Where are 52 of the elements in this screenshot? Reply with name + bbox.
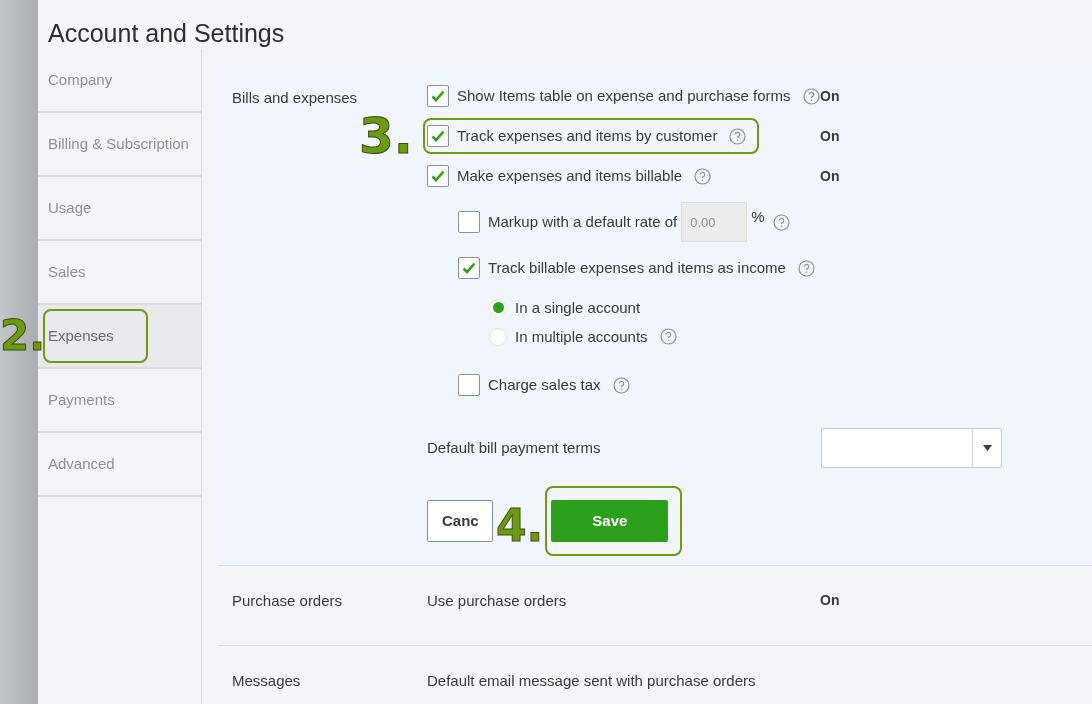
sidebar-item[interactable]: Payments [38,369,201,434]
option-label: Track billable expenses and items as income [488,258,786,278]
help-icon[interactable] [659,328,677,346]
help-icon[interactable] [772,213,790,231]
section-title: Bills and expenses [232,88,359,109]
radio-button[interactable] [489,298,507,317]
checkbox[interactable] [427,85,449,108]
radio-button[interactable] [489,327,507,346]
checkmark-icon [431,170,445,183]
checkmark-icon [431,130,445,143]
option-label: In a single account [515,297,641,318]
checkbox[interactable] [458,257,480,280]
option-label: Make expenses and items billable [457,166,683,186]
status-text: On [820,126,840,146]
checkbox[interactable] [458,211,480,234]
checkbox[interactable] [427,125,449,148]
sidebar-item[interactable]: Billing & Subscription [38,113,201,178]
sidebar-item[interactable]: Company [38,49,201,114]
save-button[interactable]: Save [551,500,669,543]
sidebar-item[interactable]: Usage [38,177,201,242]
checkbox[interactable] [458,374,480,397]
status-text: On [820,86,840,106]
field-label: Default bill payment terms [427,438,602,459]
option-label: Charge sales tax [488,375,601,395]
status-text: On [820,591,840,611]
status-text: On [820,166,840,186]
section-title: Messages [232,671,302,692]
step-number-label: 4. [496,504,544,549]
step-number-label: 3. [359,111,413,162]
help-icon[interactable] [802,87,820,105]
help-icon[interactable] [729,127,747,145]
checkbox[interactable] [427,165,449,188]
help-icon[interactable] [612,376,630,394]
setting-summary: Use purchase orders [427,591,568,612]
help-icon[interactable] [694,167,712,185]
section-title: Purchase orders [232,591,344,612]
cancel-button[interactable]: Canc [427,500,493,543]
setting-summary: Default email message sent with purchase orders [427,671,757,692]
rate-input[interactable]: 0.00 [681,202,748,243]
caret-icon [982,445,992,452]
checkmark-icon [431,90,445,103]
option-label: In multiple accounts [515,326,648,347]
option-label: Show Items table on expense and purchase forms [457,86,791,106]
percent-sign: % [751,207,765,228]
option-label: Track expenses and items by customer [457,126,718,146]
terms-dropdown[interactable] [821,428,1002,469]
page-title: Account and Settings [47,18,286,49]
sidebar-item[interactable]: Advanced [38,433,201,498]
checkmark-icon [462,262,476,275]
highlight-frame: Expenses [43,309,148,364]
option-label: Markup with a default rate of [488,212,678,232]
help-icon[interactable] [797,259,815,277]
